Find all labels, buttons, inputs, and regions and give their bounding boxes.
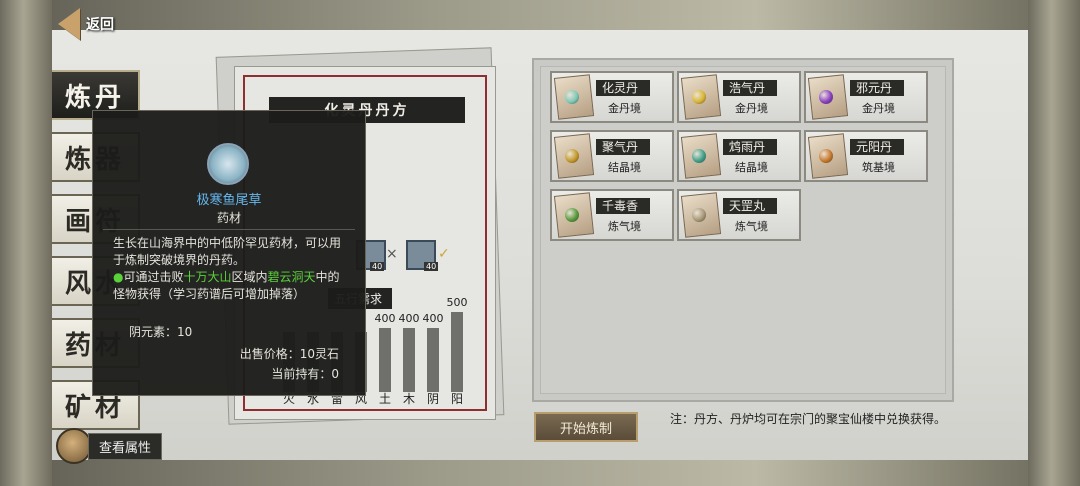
pill-recipe-item[interactable]: 天罡丸 炼气境	[677, 189, 801, 241]
pill-name: 邪元丹	[850, 80, 905, 96]
element-bar	[427, 328, 439, 392]
footer-note: 注：丹方、丹炉均可在宗门的聚宝仙楼中兑换获得。	[670, 412, 947, 426]
element-value: 400	[422, 312, 444, 325]
element-label: 木	[402, 392, 415, 406]
tooltip-source: ●可通过击败十万大山区域内碧云洞天中的怪物获得（学习药谱后可增加掉落）	[113, 269, 349, 303]
pill-realm: 金丹境	[608, 102, 641, 115]
source-prefix: 可通过击败	[123, 270, 184, 284]
pill-recipe-item[interactable]: 千毒香 炼气境	[550, 189, 674, 241]
tooltip-yin-element: 阴元素：10	[129, 325, 193, 339]
right-scroll-rod	[1028, 0, 1080, 486]
view-attributes-label: 查看属性	[88, 432, 163, 460]
pill-realm: 炼气境	[735, 220, 768, 233]
element-value: 500	[446, 296, 468, 309]
left-scroll-rod	[0, 0, 52, 486]
source-place-2: 碧云洞天	[267, 270, 316, 284]
pill-name: 天罡丸	[723, 198, 778, 214]
pill-realm: 筑基境	[862, 161, 895, 174]
pill-icon	[565, 90, 579, 104]
tooltip-description: 生长在山海界中的中低阶罕见药材，可以用于炼制突破境界的丹药。	[113, 236, 342, 267]
pill-icon	[819, 149, 833, 163]
pill-realm: 结晶境	[735, 161, 768, 174]
item-tooltip: 极寒鱼尾草 药材 生长在山海界中的中低阶罕见药材，可以用于炼制突破境界的丹药。 …	[92, 110, 366, 396]
pill-recipe-item[interactable]: 聚气丹 结晶境	[550, 130, 674, 182]
pill-name: 千毒香	[596, 198, 651, 214]
pill-recipe-item[interactable]: 化灵丹 金丹境	[550, 71, 674, 123]
back-label: 返回	[86, 17, 114, 33]
tooltip-divider	[103, 229, 355, 230]
pill-realm: 金丹境	[735, 102, 768, 115]
pill-recipe-item[interactable]: 元阳丹 筑基境	[804, 130, 928, 182]
element-bar	[403, 328, 415, 392]
tooltip-sell-price: 出售价格：10灵石	[239, 347, 339, 361]
element-label: 阳	[450, 392, 463, 406]
pill-name: 元阳丹	[850, 139, 905, 155]
element-bar	[379, 328, 391, 392]
top-border	[0, 0, 1080, 30]
pill-icon	[692, 208, 706, 222]
pill-icon	[565, 149, 579, 163]
element-label: 阴	[426, 392, 439, 406]
element-bar	[451, 312, 463, 392]
pill-icon	[819, 90, 833, 104]
pill-name: 鸩雨丹	[723, 139, 778, 155]
back-arrow-icon	[58, 8, 80, 40]
material-count: 40	[424, 262, 439, 271]
element-value: 400	[374, 312, 396, 325]
tooltip-owned-count: 当前持有：0	[271, 367, 339, 381]
character-avatar	[56, 428, 92, 464]
back-button[interactable]: 返回	[58, 8, 114, 40]
pill-realm: 炼气境	[608, 220, 641, 233]
pill-icon	[692, 90, 706, 104]
pill-name: 化灵丹	[596, 80, 651, 96]
element-label: 土	[378, 392, 391, 406]
pill-icon	[565, 208, 579, 222]
pill-name: 聚气丹	[596, 139, 651, 155]
source-mid: 区域内	[231, 270, 268, 284]
pill-icon	[692, 149, 706, 163]
check-icon: ✓	[438, 246, 450, 262]
pill-realm: 金丹境	[862, 102, 895, 115]
tooltip-item-name: 极寒鱼尾草	[196, 193, 262, 208]
pill-recipe-item[interactable]: 浩气丹 金丹境	[677, 71, 801, 123]
material-count: 40	[370, 262, 385, 271]
tooltip-item-type: 药材	[216, 211, 241, 225]
bullet-icon: ●	[113, 270, 124, 284]
view-attributes-button[interactable]: 查看属性	[56, 428, 163, 464]
pill-recipe-item[interactable]: 邪元丹 金丹境	[804, 71, 928, 123]
source-place-1: 十万大山	[183, 270, 232, 284]
herb-icon	[207, 143, 249, 185]
pill-name: 浩气丹	[723, 80, 778, 96]
start-refine-button[interactable]: 开始炼制	[534, 412, 638, 442]
element-value: 400	[398, 312, 420, 325]
multiply-icon: ×	[386, 246, 398, 262]
pill-recipe-item[interactable]: 鸩雨丹 结晶境	[677, 130, 801, 182]
pill-realm: 结晶境	[608, 161, 641, 174]
